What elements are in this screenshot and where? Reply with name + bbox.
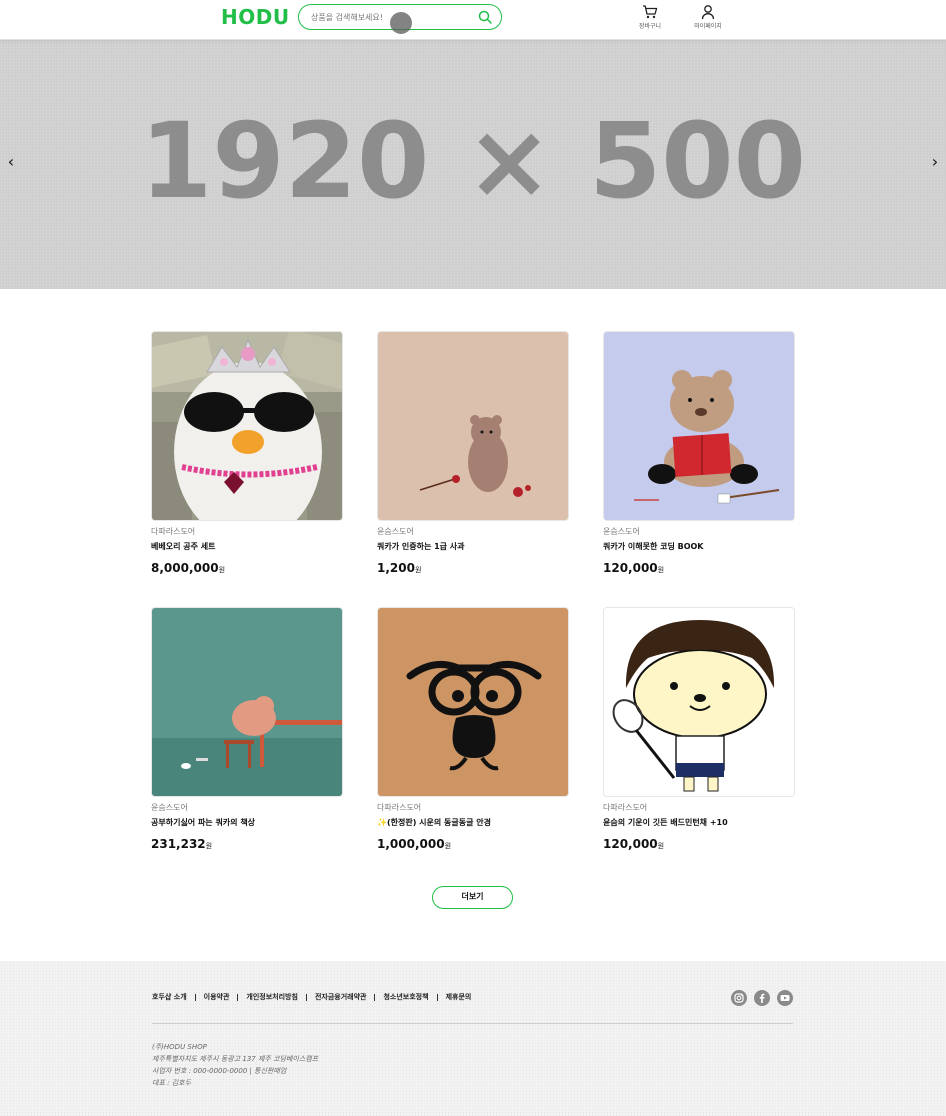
product-price: 120,000원 <box>603 833 795 852</box>
product-card[interactable]: 다파라스도어 윤슴의 기운이 깃든 배드민턴채 +10 120,000원 <box>603 607 795 852</box>
price-value: 1,200 <box>377 561 415 575</box>
product-name[interactable]: 쿼카가 인증하는 1급 사과 <box>377 541 569 552</box>
footer-divider <box>237 993 239 1001</box>
cart-button[interactable]: 장바구니 <box>628 4 672 34</box>
price-unit: 원 <box>657 842 665 850</box>
store-name: 다파라스도어 <box>603 803 648 812</box>
store-name: 윤슴스도어 <box>377 527 414 536</box>
footer-link-finance-terms[interactable]: 전자금융거래약관 <box>315 992 367 1002</box>
product-image-quokka-apples[interactable] <box>377 331 569 521</box>
price-unit: 원 <box>414 566 422 574</box>
product-price: 1,000,000원 <box>377 833 569 852</box>
footer-divider <box>436 993 438 1001</box>
product-image-duck[interactable] <box>151 331 343 521</box>
product-price: 120,000원 <box>603 557 795 576</box>
product-image-quokka-desk[interactable] <box>151 607 343 797</box>
footer-divider <box>374 993 376 1001</box>
cart-icon <box>643 5 658 19</box>
store-name: 다파라스도어 <box>377 803 422 812</box>
footer-link-terms[interactable]: 이용약관 <box>204 992 230 1002</box>
company-info: (주)HODU SHOP 제주특별자치도 제주시 동광고 137 제주 코딩베이… <box>152 1041 318 1089</box>
mypage-button[interactable]: 마이페이지 <box>686 4 730 34</box>
company-address: 제주특별자치도 제주시 동광고 137 제주 코딩베이스캠프 <box>152 1055 319 1063</box>
hero-banner: 1920 × 500 ‹ › <box>0 40 946 289</box>
banner-placeholder-text: 1920 × 500 <box>139 100 807 222</box>
product-name[interactable]: 공부하기싫어 파는 쿼카의 책상 <box>151 817 343 828</box>
product-card[interactable]: 다파라스도어 베베오리 공주 세트 8,000,000원 <box>151 331 343 576</box>
price-value: 8,000,000 <box>151 561 219 575</box>
product-price: 1,200원 <box>377 557 569 576</box>
footer-link-privacy[interactable]: 개인정보처리방침 <box>246 992 298 1002</box>
price-value: 1,000,000 <box>377 837 445 851</box>
price-unit: 원 <box>657 566 665 574</box>
facebook-icon[interactable] <box>754 990 770 1006</box>
user-icon <box>701 5 715 20</box>
price-unit: 원 <box>218 566 226 574</box>
cart-label: 장바구니 <box>638 23 662 30</box>
product-image-glasses[interactable] <box>377 607 569 797</box>
price-value: 120,000 <box>603 837 658 851</box>
product-name[interactable]: ✨(한정판) 시운의 동글동글 안경 <box>377 817 569 828</box>
product-card[interactable]: 윤슴스도어 쿼카가 이해못한 코딩 BOOK 120,000원 <box>603 331 795 576</box>
instagram-icon[interactable] <box>731 990 747 1006</box>
top-header: HODU 장바구니 마이페이지 <box>0 0 946 40</box>
footer-links: 호두샵 소개 이용약관 개인정보처리방침 전자금융거래약관 청소년보호정책 제휴… <box>152 992 471 1002</box>
store-name: 윤슴스도어 <box>603 527 640 536</box>
footer-link-youth-policy[interactable]: 청소년보호정책 <box>383 992 428 1002</box>
search-icon[interactable] <box>478 10 492 24</box>
footer: 호두샵 소개 이용약관 개인정보처리방침 전자금융거래약관 청소년보호정책 제휴… <box>0 961 946 1116</box>
footer-link-about[interactable]: 호두샵 소개 <box>152 992 187 1002</box>
product-price: 8,000,000원 <box>151 557 343 576</box>
product-card[interactable]: 윤슴스도어 공부하기싫어 파는 쿼카의 책상 231,232원 <box>151 607 343 852</box>
ceo-name: 대표 : 김호두 <box>152 1079 192 1087</box>
price-value: 231,232 <box>151 837 206 851</box>
footer-divider <box>194 993 196 1001</box>
footer-divider-line <box>152 1023 793 1024</box>
banner-next-button[interactable]: › <box>927 152 943 172</box>
product-name[interactable]: 윤슴의 기운이 깃든 배드민턴채 +10 <box>603 817 795 828</box>
mypage-label: 마이페이지 <box>694 23 722 30</box>
price-unit: 원 <box>205 842 213 850</box>
logo[interactable]: HODU <box>221 5 290 29</box>
product-image-badminton[interactable] <box>603 607 795 797</box>
company-name: (주)HODU SHOP <box>152 1043 207 1051</box>
footer-link-partnership[interactable]: 제휴문의 <box>446 992 472 1002</box>
store-name: 윤슴스도어 <box>151 803 188 812</box>
product-card[interactable]: 윤슴스도어 쿼카가 인증하는 1급 사과 1,200원 <box>377 331 569 576</box>
price-value: 120,000 <box>603 561 658 575</box>
price-unit: 원 <box>444 842 452 850</box>
product-price: 231,232원 <box>151 833 343 852</box>
business-number: 사업자 번호 : 000-0000-0000 | 통신판매업 <box>152 1067 287 1075</box>
more-button[interactable]: 더보기 <box>432 886 513 909</box>
product-card[interactable]: 다파라스도어 ✨(한정판) 시운의 동글동글 안경 1,000,000원 <box>377 607 569 852</box>
product-name[interactable]: 쿼카가 이해못한 코딩 BOOK <box>603 541 795 552</box>
product-name[interactable]: 베베오리 공주 세트 <box>151 541 343 552</box>
banner-prev-button[interactable]: ‹ <box>3 152 19 172</box>
mouse-cursor <box>390 12 412 34</box>
youtube-icon[interactable] <box>777 990 793 1006</box>
footer-divider <box>305 993 307 1001</box>
product-image-bear-book[interactable] <box>603 331 795 521</box>
store-name: 다파라스도어 <box>151 527 196 536</box>
